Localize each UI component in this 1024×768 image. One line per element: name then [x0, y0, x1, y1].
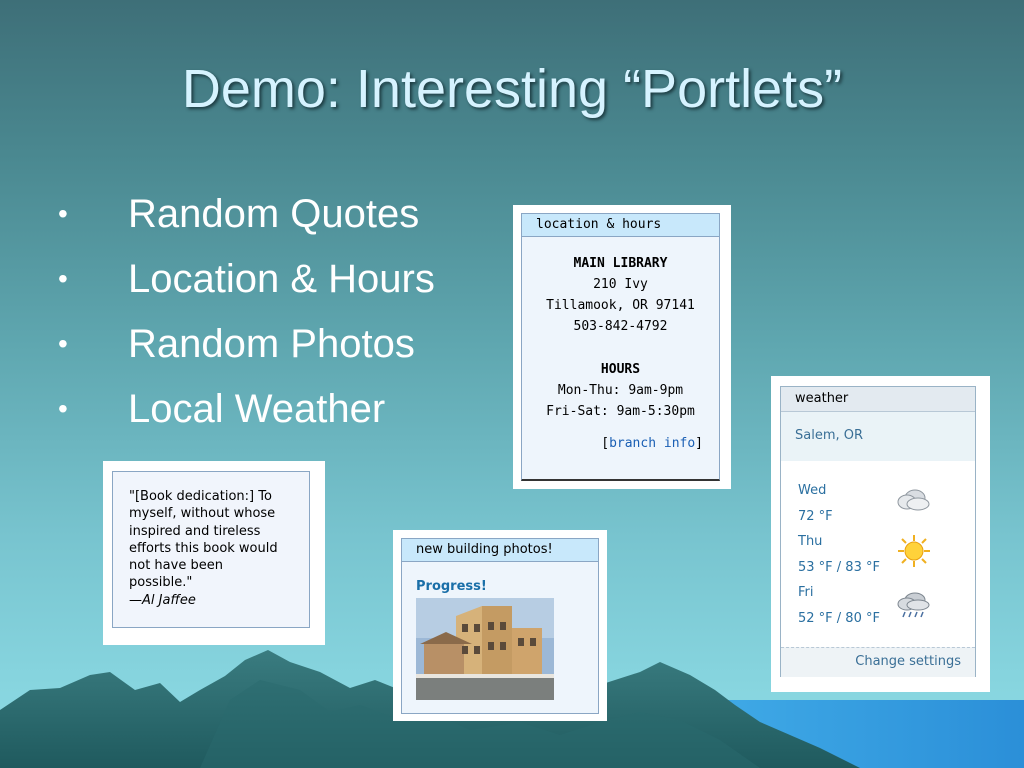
- bullet-item: • Random Quotes: [58, 192, 420, 236]
- city: Tillamook, OR 97141: [546, 298, 695, 313]
- temp-thu: 53 °F / 83 °F: [798, 560, 880, 575]
- hours-weekend: Fri-Sat: 9am-5:30pm: [546, 404, 695, 419]
- hours-block: HOURS Mon-Thu: 9am-9pm Fri-Sat: 9am-5:30…: [522, 359, 719, 422]
- street: 210 Ivy: [593, 277, 648, 292]
- building-photos-portlet: new building photos! Progress!: [401, 538, 599, 714]
- branch-info: [branch info]: [601, 436, 703, 451]
- bullet-item: • Location & Hours: [58, 257, 435, 301]
- library-name: MAIN LIBRARY: [573, 256, 668, 271]
- temp-wed: 72 °F: [798, 509, 833, 524]
- portlet-header: new building photos!: [402, 539, 598, 562]
- location-hours-portlet: location & hours MAIN LIBRARY 210 Ivy Ti…: [521, 213, 720, 481]
- sunny-icon: [898, 535, 930, 567]
- quote-text: "[Book dedication:] To myself, without w…: [129, 489, 278, 608]
- building-photo[interactable]: [416, 598, 554, 700]
- day-thu: Thu: [798, 534, 823, 549]
- bullet-list: • Random Quotes • Location & Hours • Random…: [58, 190, 435, 450]
- day-fri: Fri: [798, 585, 814, 600]
- random-quote-portlet: "[Book dedication:] To myself, without w…: [112, 471, 310, 628]
- change-settings-link[interactable]: Change settings: [781, 647, 975, 677]
- temp-fri: 52 °F / 80 °F: [798, 611, 880, 626]
- weather-city: Salem, OR: [781, 412, 975, 461]
- day-wed: Wed: [798, 483, 827, 498]
- rain-icon: [897, 592, 930, 618]
- hours-weekday: Mon-Thu: 9am-9pm: [557, 383, 684, 398]
- phone: 503-842-4792: [573, 319, 668, 334]
- weather-portlet: weather Salem, OR Wed 72 °F Thu 53 °F / …: [780, 386, 976, 677]
- bullet-item: • Random Photos: [58, 322, 415, 366]
- portlet-header: weather: [781, 387, 975, 412]
- quote-author: —Al Jaffee: [129, 592, 196, 608]
- portlet-header: location & hours: [522, 214, 719, 237]
- weather-screenshot: weather Salem, OR Wed 72 °F Thu 53 °F / …: [771, 376, 990, 692]
- bullet-item: • Local Weather: [58, 387, 386, 431]
- hours-title: HOURS: [600, 362, 641, 377]
- cloudy-icon: [897, 489, 930, 511]
- building-photos-screenshot: new building photos! Progress!: [393, 530, 607, 721]
- branch-info-link[interactable]: branch info: [609, 436, 695, 451]
- location-hours-screenshot: location & hours MAIN LIBRARY 210 Ivy Ti…: [513, 205, 731, 489]
- address-block: MAIN LIBRARY 210 Ivy Tillamook, OR 97141…: [522, 253, 719, 337]
- slide-title: Demo: Interesting “Portlets”: [181, 59, 843, 119]
- random-quote-screenshot: "[Book dedication:] To myself, without w…: [103, 461, 325, 645]
- photo-caption: Progress!: [416, 579, 487, 594]
